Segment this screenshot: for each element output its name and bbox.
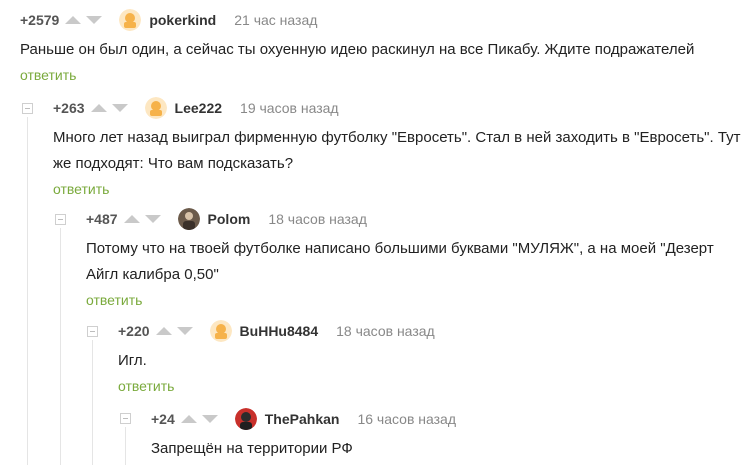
comment-text: Игл. — [118, 352, 147, 369]
vote-down-icon[interactable] — [144, 215, 161, 223]
comment-time[interactable]: 21 час назад — [234, 12, 317, 28]
vote-up-icon[interactable] — [90, 104, 107, 112]
comment-rating: +263 — [53, 100, 85, 116]
vote-up-icon[interactable] — [180, 415, 197, 423]
collapse-button[interactable] — [55, 214, 66, 225]
default-avatar-icon[interactable] — [144, 97, 167, 119]
comment: +2579 pokerkind 21 час назад Раньше он б… — [20, 9, 745, 85]
comment-rating: +487 — [86, 211, 118, 227]
comment: +487 Polom 18 часов назад Потому что на … — [86, 208, 746, 310]
comment-text: Потому что на твоей футболке написано бо… — [86, 240, 714, 283]
comment-author[interactable]: Lee222 — [175, 100, 222, 116]
comment-author[interactable]: BuHHu8484 — [240, 323, 319, 339]
default-avatar-icon[interactable] — [119, 9, 142, 31]
comment-text: Запрещён на территории РФ — [151, 440, 353, 457]
comment-author[interactable]: Polom — [208, 211, 251, 227]
user-photo-avatar[interactable] — [177, 208, 200, 230]
collapse-button[interactable] — [22, 103, 33, 114]
comment-author[interactable]: ThePahkan — [265, 411, 340, 427]
comment-time[interactable]: 16 часов назад — [357, 411, 456, 427]
comment-header: +487 Polom 18 часов назад — [86, 208, 746, 230]
comment-header: +2579 pokerkind 21 час назад — [20, 9, 745, 31]
thread-line — [27, 117, 28, 465]
collapse-button[interactable] — [120, 413, 131, 424]
vote-down-icon[interactable] — [201, 415, 218, 423]
reply-link[interactable]: ответить — [20, 67, 76, 83]
comment-header: +220 BuHHu8484 18 часов назад — [118, 320, 738, 342]
comment-header: +24 ThePahkan 16 часов назад — [151, 408, 741, 430]
thread-line — [92, 340, 93, 465]
comment-time[interactable]: 18 часов назад — [336, 323, 435, 339]
thread-line — [125, 427, 126, 465]
comment-text: Много лет назад выиграл фирменную футбол… — [53, 129, 741, 172]
comment-header: +263 Lee222 19 часов назад — [53, 97, 743, 119]
comment-time[interactable]: 19 часов назад — [240, 100, 339, 116]
comment: +263 Lee222 19 часов назад Много лет наз… — [53, 97, 743, 199]
default-avatar-icon[interactable] — [209, 320, 232, 342]
comment-rating: +24 — [151, 411, 175, 427]
user-photo-avatar[interactable] — [234, 408, 257, 430]
comment: +220 BuHHu8484 18 часов назад Игл. ответ… — [118, 320, 738, 396]
vote-down-icon[interactable] — [176, 327, 193, 335]
thread-line — [60, 228, 61, 465]
vote-up-icon[interactable] — [155, 327, 172, 335]
reply-link[interactable]: ответить — [53, 181, 109, 197]
comment-time[interactable]: 18 часов назад — [268, 211, 367, 227]
comment-rating: +220 — [118, 323, 150, 339]
vote-up-icon[interactable] — [123, 215, 140, 223]
vote-down-icon[interactable] — [86, 16, 103, 24]
vote-up-icon[interactable] — [65, 16, 82, 24]
reply-link[interactable]: ответить — [86, 292, 142, 308]
comment: +24 ThePahkan 16 часов назад Запрещён на… — [151, 408, 741, 462]
comment-author[interactable]: pokerkind — [149, 12, 216, 28]
reply-link[interactable]: ответить — [118, 378, 174, 394]
collapse-button[interactable] — [87, 326, 98, 337]
vote-down-icon[interactable] — [111, 104, 128, 112]
comment-text: Раньше он был один, а сейчас ты охуенную… — [20, 41, 695, 58]
comment-rating: +2579 — [20, 12, 60, 28]
